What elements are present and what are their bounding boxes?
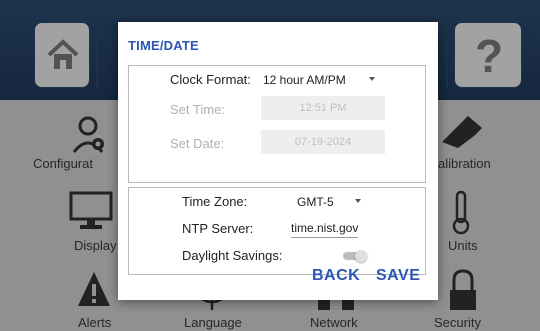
back-button[interactable]: BACK bbox=[312, 267, 360, 285]
time-zone-label: Time Zone: bbox=[182, 194, 248, 209]
time-zone-select[interactable]: GMT-5 bbox=[297, 195, 369, 209]
time-date-dialog: TIME/DATE Clock Format: 12 hour AM/PM Se… bbox=[118, 22, 438, 300]
toggle-knob bbox=[355, 250, 367, 262]
clock-format-select[interactable]: 12 hour AM/PM bbox=[263, 73, 383, 87]
network-time-group: Time Zone: GMT-5 NTP Server: time.nist.g… bbox=[128, 187, 426, 275]
time-zone-value: GMT-5 bbox=[297, 195, 334, 209]
set-date-field: 07-19-2024 bbox=[261, 130, 385, 154]
daylight-savings-toggle[interactable] bbox=[343, 250, 367, 262]
clock-format-label: Clock Format: bbox=[170, 72, 251, 87]
set-time-label: Set Time: bbox=[170, 102, 225, 117]
save-button[interactable]: SAVE bbox=[376, 267, 420, 285]
daylight-savings-label: Daylight Savings: bbox=[182, 248, 283, 263]
clock-settings-group: Clock Format: 12 hour AM/PM Set Time: 12… bbox=[128, 65, 426, 183]
ntp-server-input[interactable]: time.nist.gov bbox=[291, 221, 359, 238]
ntp-server-label: NTP Server: bbox=[182, 221, 254, 236]
set-date-label: Set Date: bbox=[170, 136, 225, 151]
clock-format-value: 12 hour AM/PM bbox=[263, 73, 346, 87]
chevron-down-icon bbox=[369, 77, 375, 81]
set-time-field: 12:51 PM bbox=[261, 96, 385, 120]
dialog-title: TIME/DATE bbox=[128, 38, 199, 53]
chevron-down-icon bbox=[355, 199, 361, 203]
